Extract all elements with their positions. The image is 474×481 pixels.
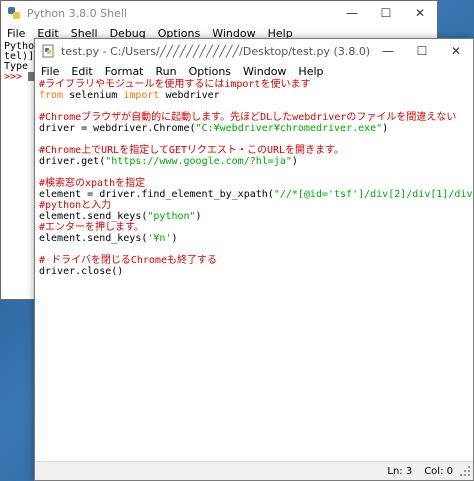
code-line: element.send_keys('¥n') — [39, 233, 469, 244]
code-line: #pythonと入力 — [39, 200, 469, 211]
shell-menu-file[interactable]: File — [1, 27, 31, 40]
code-token: element.send_keys( — [39, 233, 148, 244]
python-icon — [7, 6, 21, 20]
editor-menu-run[interactable]: Run — [150, 65, 183, 78]
code-token: ) — [195, 211, 202, 222]
shell-titlebar[interactable]: Python 3.8.0 Shell — ☐ ✕ — [1, 1, 437, 25]
maximize-button[interactable]: ☐ — [405, 39, 439, 63]
code-token: import — [123, 90, 160, 101]
code-line: #Chrome上でURLを指定してGETリクエスト・このURLを開きます。 — [39, 145, 469, 156]
code-line: element.send_keys("python") — [39, 211, 469, 222]
code-line: #検索窓のxpathを指定 — [39, 178, 469, 189]
editor-menu-edit[interactable]: Edit — [65, 65, 98, 78]
code-token: #pythonと入力 — [39, 200, 112, 211]
shell-prompt: >>> — [4, 71, 23, 83]
code-line: driver.get("https://www.google.com/?hl=j… — [39, 156, 469, 167]
code-token: element.send_keys( — [39, 211, 148, 222]
editor-title: test.py - C:/Users/╱╱╱╱╱╱╱╱╱╱╱╱/Desktop/… — [61, 44, 371, 58]
code-line: element = driver.find_element_by_xpath("… — [39, 189, 473, 200]
resize-grip-icon[interactable] — [459, 465, 471, 477]
code-token: "//*[@id='tsf']/div[2]/div[1]/div[1]/div… — [273, 189, 473, 200]
code-token: element = driver.find_element_by_xpath( — [39, 189, 274, 200]
code-token: webdriver — [159, 90, 220, 101]
code-line: #エンターを押します。 — [39, 222, 469, 233]
code-editor[interactable]: #ライブラリやモジュールを使用するにはimportを使います from selen… — [35, 79, 473, 462]
minimize-button[interactable]: — — [371, 39, 405, 63]
editor-window[interactable]: test.py - C:/Users/╱╱╱╱╱╱╱╱╱╱╱╱/Desktop/… — [34, 38, 474, 481]
close-button[interactable]: ✕ — [403, 1, 437, 25]
code-token: driver.close() — [39, 266, 124, 277]
editor-menu-options[interactable]: Options — [183, 65, 237, 78]
editor-menu-format[interactable]: Format — [99, 65, 150, 78]
code-line: driver = webdriver.Chrome("C:¥webdriver¥… — [39, 123, 469, 134]
code-token: ) — [382, 123, 389, 134]
code-token: ) — [171, 233, 178, 244]
editor-menu-help[interactable]: Help — [292, 65, 329, 78]
code-token: #ライブラリやモジュールを使用するにはimportを使います — [39, 79, 311, 90]
editor-menubar: File Edit Format Run Options Window Help — [35, 63, 473, 79]
code-token: #エンターを押します。 — [39, 222, 145, 233]
code-line: from selenium import webdriver — [39, 90, 469, 101]
shell-title: Python 3.8.0 Shell — [27, 6, 127, 20]
code-token: "C:¥webdriver¥chromedriver.exe" — [195, 123, 383, 134]
status-bar: Ln: 3 Col: 0 — [35, 461, 473, 480]
editor-menu-window[interactable]: Window — [237, 65, 292, 78]
column-number: Col: 0 — [424, 465, 453, 477]
maximize-button[interactable]: ☐ — [369, 1, 403, 25]
code-token: driver = webdriver.Chrome( — [39, 123, 196, 134]
code-token: "https://www.google.com/?hl=ja" — [105, 156, 292, 167]
code-token: driver.get( — [39, 156, 106, 167]
close-button[interactable]: ✕ — [439, 39, 473, 63]
code-token: selenium — [63, 90, 124, 101]
code-line: driver.close() — [39, 266, 469, 277]
code-token: "python" — [147, 211, 196, 222]
code-token: #Chrome上でURLを指定してGETリクエスト・このURLを開きます。 — [39, 145, 345, 156]
code-line: # ドライバを閉じるChromeも終了する — [39, 255, 469, 266]
editor-titlebar[interactable]: test.py - C:/Users/╱╱╱╱╱╱╱╱╱╱╱╱/Desktop/… — [35, 39, 473, 63]
code-token: # ドライバを閉じるChromeも終了する — [39, 255, 217, 266]
python-file-icon — [41, 44, 55, 58]
code-line: #Chromeブラウザが自動的に起動します。先ほどDLしたwebdriverのフ… — [39, 112, 469, 123]
code-token: from — [39, 90, 64, 101]
code-token: ) — [291, 156, 298, 167]
code-line: #ライブラリやモジュールを使用するにはimportを使います — [39, 79, 469, 90]
editor-menu-file[interactable]: File — [35, 65, 65, 78]
line-number: Ln: 3 — [387, 465, 413, 477]
code-token: '¥n' — [147, 233, 172, 244]
code-token: #検索窓のxpathを指定 — [39, 178, 146, 189]
code-token: #Chromeブラウザが自動的に起動します。先ほどDLしたwebdriverのフ… — [39, 112, 457, 123]
minimize-button[interactable]: — — [335, 1, 369, 25]
